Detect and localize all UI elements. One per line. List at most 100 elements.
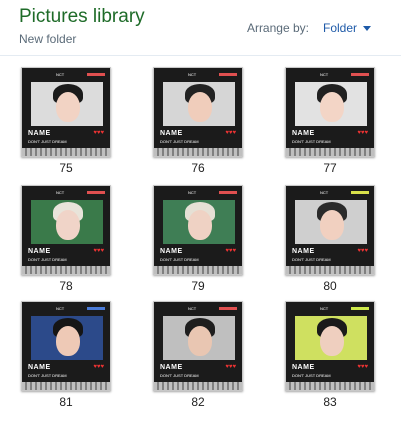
thumbnail-label: 75 — [59, 161, 73, 175]
thumbnail-photo — [31, 82, 103, 126]
heart-icon: ♥♥♥ — [93, 130, 104, 136]
heart-icon: ♥♥♥ — [225, 364, 236, 370]
thumbnail-item[interactable]: NCT NAME DON'T JUST DREAM ♥♥♥ 83 — [280, 296, 380, 409]
face-shape — [188, 210, 212, 240]
heart-icon: ♥♥♥ — [357, 130, 368, 136]
thumbnail-label: 78 — [59, 279, 73, 293]
face-shape — [320, 326, 344, 356]
chevron-down-icon — [363, 25, 371, 31]
thumbnail-label: 80 — [323, 279, 337, 293]
heart-icon: ♥♥♥ — [93, 248, 104, 254]
arrange-by: Arrange by: Folder — [247, 21, 371, 35]
thumbnail-item[interactable]: NCT NAME DON'T JUST DREAM ♥♥♥ 76 — [148, 62, 248, 175]
thumbnail-photo — [31, 316, 103, 360]
thumbnail-image: NCT NAME DON'T JUST DREAM ♥♥♥ — [153, 67, 243, 157]
thumbnail-accent — [219, 307, 237, 310]
thumbnail-image: NCT NAME DON'T JUST DREAM ♥♥♥ — [285, 301, 375, 391]
thumbnail-item[interactable]: NCT NAME DON'T JUST DREAM ♥♥♥ 79 — [148, 180, 248, 293]
thumbnail-tagline: DON'T JUST DREAM — [160, 257, 199, 262]
thumbnail-name: NAME — [160, 364, 183, 371]
thumbnail-name: NAME — [160, 130, 183, 137]
thumbnail-accent — [87, 307, 105, 310]
thumbnail-stripe — [22, 148, 110, 156]
thumbnail-item[interactable]: NCT NAME DON'T JUST DREAM ♥♥♥ 80 — [280, 180, 380, 293]
thumbnail-tag: NCT — [56, 190, 65, 195]
thumbnail-name: NAME — [160, 248, 183, 255]
library-title: Pictures library — [19, 6, 145, 27]
thumbnail-stripe — [286, 266, 374, 274]
thumbnail-name: NAME — [292, 130, 315, 137]
heart-icon: ♥♥♥ — [357, 364, 368, 370]
face-shape — [56, 210, 80, 240]
thumbnail-photo — [31, 200, 103, 244]
thumbnail-image: NCT NAME DON'T JUST DREAM ♥♥♥ — [21, 301, 111, 391]
thumbnail-photo — [295, 82, 367, 126]
heart-icon: ♥♥♥ — [225, 248, 236, 254]
heart-icon: ♥♥♥ — [357, 248, 368, 254]
thumbnail-name: NAME — [28, 364, 51, 371]
thumbnail-tag: NCT — [188, 306, 197, 311]
thumbnail-accent — [87, 191, 105, 194]
arrange-by-dropdown[interactable]: Folder — [323, 21, 371, 35]
thumbnail-item[interactable]: NCT NAME DON'T JUST DREAM ♥♥♥ 77 — [280, 62, 380, 175]
thumbnail-label: 81 — [59, 395, 73, 409]
face-shape — [188, 326, 212, 356]
thumbnail-photo — [163, 200, 235, 244]
thumbnail-photo — [295, 316, 367, 360]
thumbnail-label: 76 — [191, 161, 205, 175]
thumbnail-stripe — [286, 148, 374, 156]
thumbnail-photo — [163, 316, 235, 360]
thumbnail-stripe — [22, 266, 110, 274]
thumbnail-label: 77 — [323, 161, 337, 175]
thumbnail-image: NCT NAME DON'T JUST DREAM ♥♥♥ — [285, 67, 375, 157]
thumbnail-image: NCT NAME DON'T JUST DREAM ♥♥♥ — [153, 301, 243, 391]
thumbnail-image: NCT NAME DON'T JUST DREAM ♥♥♥ — [21, 185, 111, 275]
thumbnail-image: NCT NAME DON'T JUST DREAM ♥♥♥ — [21, 67, 111, 157]
thumbnail-stripe — [154, 266, 242, 274]
face-shape — [56, 92, 80, 122]
thumbnail-tag: NCT — [56, 72, 65, 77]
thumbnail-item[interactable]: NCT NAME DON'T JUST DREAM ♥♥♥ 81 — [16, 296, 116, 409]
thumbnail-stripe — [22, 382, 110, 390]
thumbnail-item[interactable]: NCT NAME DON'T JUST DREAM ♥♥♥ 82 — [148, 296, 248, 409]
thumbnail-tagline: DON'T JUST DREAM — [160, 139, 199, 144]
face-shape — [320, 210, 344, 240]
thumbnail-accent — [351, 307, 369, 310]
thumbnail-accent — [219, 191, 237, 194]
thumbnail-stripe — [286, 382, 374, 390]
thumbnail-label: 83 — [323, 395, 337, 409]
thumbnail-name: NAME — [28, 248, 51, 255]
thumbnail-tag: NCT — [320, 306, 329, 311]
face-shape — [320, 92, 344, 122]
thumbnail-label: 82 — [191, 395, 205, 409]
thumbnail-photo — [295, 200, 367, 244]
thumbnail-tagline: DON'T JUST DREAM — [160, 373, 199, 378]
thumbnail-name: NAME — [292, 364, 315, 371]
thumbnail-tag: NCT — [188, 190, 197, 195]
thumbnail-stripe — [154, 148, 242, 156]
thumbnail-label: 79 — [191, 279, 205, 293]
thumbnail-name: NAME — [28, 130, 51, 137]
thumbnail-item[interactable]: NCT NAME DON'T JUST DREAM ♥♥♥ 78 — [16, 180, 116, 293]
thumbnail-tagline: DON'T JUST DREAM — [28, 257, 67, 262]
thumbnail-accent — [87, 73, 105, 76]
library-header: Pictures library New folder Arrange by: … — [0, 0, 401, 56]
header-divider — [0, 55, 401, 56]
thumbnail-accent — [219, 73, 237, 76]
thumbnail-photo — [163, 82, 235, 126]
folder-subtitle: New folder — [19, 32, 77, 46]
arrange-by-value: Folder — [322, 21, 357, 35]
thumbnail-tagline: DON'T JUST DREAM — [28, 139, 67, 144]
heart-icon: ♥♥♥ — [93, 364, 104, 370]
face-shape — [188, 92, 212, 122]
thumbnail-name: NAME — [292, 248, 315, 255]
thumbnail-accent — [351, 191, 369, 194]
thumbnail-tag: NCT — [320, 190, 329, 195]
thumbnail-tag: NCT — [320, 72, 329, 77]
thumbnail-item[interactable]: NCT NAME DON'T JUST DREAM ♥♥♥ 75 — [16, 62, 116, 175]
thumbnail-image: NCT NAME DON'T JUST DREAM ♥♥♥ — [285, 185, 375, 275]
thumbnail-stripe — [154, 382, 242, 390]
thumbnail-tag: NCT — [56, 306, 65, 311]
thumbnail-tagline: DON'T JUST DREAM — [292, 139, 331, 144]
thumbnail-tag: NCT — [188, 72, 197, 77]
